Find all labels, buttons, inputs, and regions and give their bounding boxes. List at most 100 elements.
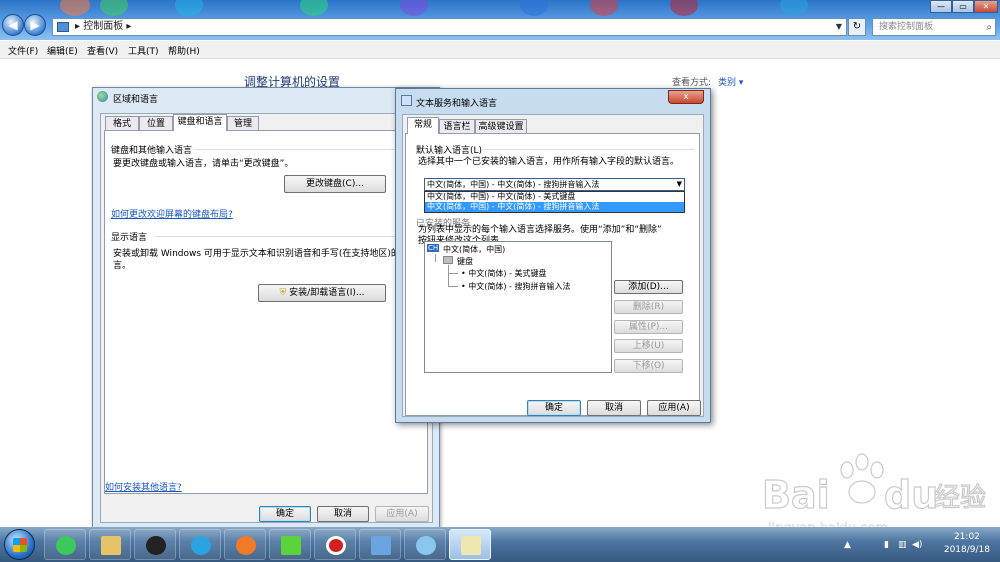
tab-language-bar[interactable]: 语言栏 xyxy=(439,119,475,134)
media-player-icon xyxy=(191,536,211,555)
nav-buttons: ◀ ▶ xyxy=(2,14,54,36)
taskbar-app-firefox[interactable] xyxy=(224,529,266,560)
remove-button[interactable]: 删除(R) xyxy=(614,300,683,314)
dialog-body: 格式 位置 键盘和语言 管理 键盘和其他输入语言 要更改键盘或输入语言，请单击“… xyxy=(100,113,433,523)
apply-button[interactable]: 应用(A) xyxy=(375,506,429,522)
desktop-icon-blur xyxy=(590,0,618,16)
video-app-icon xyxy=(281,536,301,555)
tree-language-node[interactable]: 中文(简体，中国) xyxy=(443,244,505,255)
start-button[interactable] xyxy=(4,529,35,560)
tree-item-label: 中文(简体) - 搜狗拼音输入法 xyxy=(468,282,571,291)
baidu-jingyan-watermark: Bai du 经验 jingyan.baidu.com xyxy=(762,453,987,536)
add-button[interactable]: 添加(D)... xyxy=(614,280,683,294)
close-button[interactable]: ✕ xyxy=(974,0,998,13)
dropdown-option-sogou-pinyin[interactable]: 中文(简体，中国) - 中文(简体) - 搜狗拼音输入法 xyxy=(425,202,684,212)
apply-button[interactable]: 应用(A) xyxy=(647,400,701,416)
tree-keyboard-node[interactable]: 键盘 xyxy=(457,256,473,267)
ok-button[interactable]: 确定 xyxy=(527,400,581,416)
tab-keyboards-languages[interactable]: 键盘和语言 xyxy=(173,114,227,131)
minimize-button[interactable]: — xyxy=(930,0,952,13)
taskbar-app-explorer[interactable] xyxy=(89,529,131,560)
taskbar: ▲ ▮ ▥ ◀) 21:02 2018/9/18 xyxy=(0,527,1000,562)
tab-location[interactable]: 位置 xyxy=(139,116,173,131)
language-dropdown-list: 中文(简体，中国) - 中文(简体) - 美式键盘 中文(简体，中国) - 中文… xyxy=(424,191,685,213)
menu-view[interactable]: 查看(V) xyxy=(87,44,118,57)
taskbar-app-control-panel[interactable] xyxy=(359,529,401,560)
app-360-icon xyxy=(56,536,76,555)
welcome-screen-keyboard-link[interactable]: 如何更改欢迎屏幕的键盘布局? xyxy=(111,207,233,220)
chevron-down-icon[interactable]: ▼ xyxy=(836,19,842,35)
control-panel-icon xyxy=(371,536,391,555)
ok-button[interactable]: 确定 xyxy=(259,506,311,522)
battery-icon[interactable]: ▮ xyxy=(884,540,889,550)
dialog-title: 区域和语言 xyxy=(113,95,159,105)
tree-line xyxy=(448,286,458,287)
tree-item-us-keyboard[interactable]: • 中文(简体) - 美式键盘 xyxy=(461,268,546,279)
back-icon[interactable]: ◀ xyxy=(2,14,24,36)
clock-date: 2018/9/18 xyxy=(943,545,990,555)
taskbar-app-media[interactable] xyxy=(179,529,221,560)
tab-administrative[interactable]: 管理 xyxy=(227,116,259,131)
breadcrumb-control-panel[interactable]: 控制面板 xyxy=(83,21,123,32)
taskbar-app-recorder[interactable] xyxy=(314,529,356,560)
folder-icon xyxy=(101,536,121,555)
keyboard-group-title: 键盘和其他输入语言 xyxy=(111,146,193,156)
text-services-dialog: 文本服务和输入语言 x 常规 语言栏 高级键设置 默认输入语言(L) 选择其中一… xyxy=(395,88,711,423)
tab-panel: 键盘和其他输入语言 要更改键盘或输入语言，请单击“更改键盘”。 更改键盘(C).… xyxy=(104,130,428,494)
system-tray: ▲ ▮ ▥ ◀) 21:02 2018/9/18 xyxy=(840,527,1000,562)
search-placeholder: 搜索控制面板 xyxy=(879,22,934,32)
desktop-icon-blur xyxy=(780,0,808,16)
move-down-button[interactable]: 下移(O) xyxy=(614,359,683,373)
forward-icon[interactable]: ▶ xyxy=(24,14,46,36)
close-button[interactable]: x xyxy=(668,90,704,104)
address-text: ▸ 控制面板 ▸ xyxy=(75,21,132,32)
menu-tools[interactable]: 工具(T) xyxy=(128,44,159,57)
menu-help[interactable]: 帮助(H) xyxy=(168,44,200,57)
tree-item-sogou-pinyin[interactable]: • 中文(简体) - 搜狗拼音输入法 xyxy=(461,281,570,292)
properties-button[interactable]: 属性(P)... xyxy=(614,320,683,334)
keyboard-group-desc: 要更改键盘或输入语言，请单击“更改键盘”。 xyxy=(113,159,294,169)
install-uninstall-languages-button[interactable]: ⛨ 安装/卸载语言(I)... xyxy=(258,284,386,302)
tab-general[interactable]: 常规 xyxy=(407,117,439,134)
move-up-button[interactable]: 上移(U) xyxy=(614,339,683,353)
menu-bar: 文件(F) 编辑(E) 查看(V) 工具(T) 帮助(H) xyxy=(0,41,1000,59)
install-other-languages-link[interactable]: 如何安装其他语言? xyxy=(105,480,182,493)
tree-item-label: 中文(简体) - 美式键盘 xyxy=(468,269,547,278)
keyboard-icon xyxy=(443,256,453,264)
taskbar-app-region[interactable] xyxy=(404,529,446,560)
search-input[interactable]: 搜索控制面板 ⌕ xyxy=(872,18,996,36)
refresh-icon[interactable]: ↻ xyxy=(848,18,866,36)
taskbar-app-text-services[interactable] xyxy=(449,529,491,560)
taskbar-app-360[interactable] xyxy=(44,529,86,560)
network-icon[interactable]: ▥ xyxy=(898,540,907,550)
chevron-down-icon: ▾ xyxy=(738,78,744,88)
taskbar-app-iqiyi[interactable] xyxy=(269,529,311,560)
tree-line xyxy=(448,273,458,274)
tab-advanced-key-settings[interactable]: 高级键设置 xyxy=(475,119,527,134)
volume-icon[interactable]: ◀) xyxy=(912,540,922,550)
desktop-icon-blur xyxy=(400,0,428,16)
desktop-icon-blur xyxy=(520,0,548,16)
chevron-up-icon[interactable]: ▲ xyxy=(844,540,851,550)
cancel-button[interactable]: 取消 xyxy=(317,506,369,522)
maximize-button[interactable]: ▭ xyxy=(952,0,974,13)
chevron-down-icon[interactable]: ▼ xyxy=(677,179,682,190)
dropdown-option-us-keyboard[interactable]: 中文(简体，中国) - 中文(简体) - 美式键盘 xyxy=(425,192,684,202)
cancel-button[interactable]: 取消 xyxy=(587,400,641,416)
shield-icon: ⛨ xyxy=(279,288,287,298)
keyboard-icon xyxy=(401,95,412,106)
view-by-dropdown[interactable]: 类别 ▾ xyxy=(718,75,743,88)
address-bar[interactable]: ▸ 控制面板 ▸ ▼ xyxy=(52,18,847,36)
menu-file[interactable]: 文件(F) xyxy=(8,44,38,57)
tree-line xyxy=(448,265,449,287)
default-language-combobox[interactable]: 中文(简体，中国) - 中文(简体) - 搜狗拼音输入法 ▼ xyxy=(424,178,685,191)
clock[interactable]: 21:02 2018/9/18 xyxy=(944,531,990,557)
tab-formats[interactable]: 格式 xyxy=(105,116,139,131)
menu-edit[interactable]: 编辑(E) xyxy=(47,44,78,57)
change-keyboards-button[interactable]: 更改键盘(C)... xyxy=(284,175,386,193)
taskbar-app-qq[interactable] xyxy=(134,529,176,560)
install-button-label: 安装/卸载语言(I)... xyxy=(289,288,365,298)
desktop-icon-blur xyxy=(670,0,698,16)
desktop-icon-blur xyxy=(175,0,203,16)
installed-services-tree[interactable]: CH 中文(简体，中国) 键盘 • 中文(简体) - 美式键盘 • 中文(简体)… xyxy=(424,241,612,373)
